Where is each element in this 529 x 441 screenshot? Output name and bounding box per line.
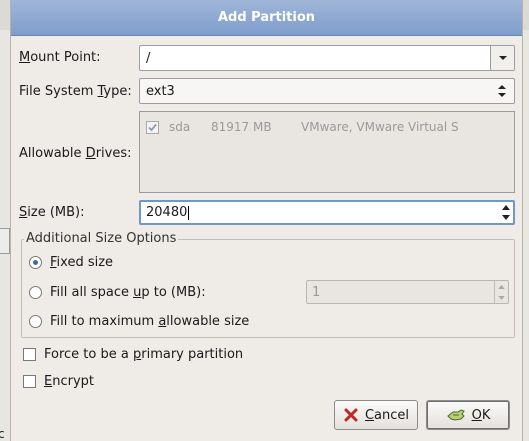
checkmark-icon bbox=[148, 123, 157, 131]
drive-name: sda bbox=[169, 120, 191, 134]
fs-type-stepper[interactable] bbox=[490, 79, 514, 103]
drive-checkbox[interactable] bbox=[146, 120, 159, 134]
drive-row[interactable]: sda 81917 MB VMware, VMware Virtual S bbox=[146, 119, 459, 135]
fixed-size-label: Fixed size bbox=[50, 255, 114, 270]
fill-up-to-stepper[interactable] bbox=[494, 281, 508, 303]
dialog-title: Add Partition bbox=[11, 0, 522, 36]
size-options-title: Additional Size Options bbox=[24, 231, 179, 246]
size-stepper[interactable] bbox=[499, 202, 513, 223]
caret-up-icon bbox=[498, 284, 505, 289]
encrypt-option[interactable]: Encrypt bbox=[23, 374, 94, 389]
encrypt-label: Encrypt bbox=[44, 374, 94, 389]
fill-up-to-increment[interactable] bbox=[495, 281, 508, 292]
primary-partition-label: Force to be a primary partition bbox=[44, 347, 244, 362]
caret-down-icon bbox=[498, 295, 505, 300]
ok-hand-icon bbox=[446, 409, 465, 421]
mount-point-dropdown-button[interactable] bbox=[490, 46, 514, 70]
allowable-drives-label: Allowable Drives: bbox=[19, 146, 132, 161]
cancel-button[interactable]: Cancel bbox=[334, 400, 418, 430]
add-partition-dialog: Add Partition Mount Point: / File System… bbox=[10, 0, 523, 441]
fill-max-option[interactable]: Fill to maximum allowable size bbox=[29, 314, 249, 329]
drive-model: VMware, VMware Virtual S bbox=[301, 120, 459, 134]
size-input[interactable]: 20480 bbox=[141, 205, 499, 220]
mount-point-combo[interactable]: / bbox=[139, 45, 515, 71]
up-down-arrows-icon bbox=[498, 85, 506, 97]
drive-size: 81917 MB bbox=[211, 120, 272, 134]
size-decrement-button[interactable] bbox=[499, 213, 513, 224]
fill-up-to-label: Fill all space up to (MB): bbox=[50, 285, 206, 300]
chevron-down-icon bbox=[498, 56, 507, 60]
primary-partition-checkbox[interactable] bbox=[23, 348, 36, 361]
caret-up-icon bbox=[502, 204, 510, 210]
cancel-x-icon bbox=[344, 408, 358, 422]
fill-up-to-spinbox[interactable]: 1 bbox=[306, 280, 509, 304]
mount-point-value[interactable]: / bbox=[140, 51, 490, 66]
fill-up-to-option[interactable]: Fill all space up to (MB): bbox=[29, 285, 206, 300]
fixed-size-option[interactable]: Fixed size bbox=[29, 255, 113, 270]
background-window-widget bbox=[0, 228, 10, 254]
ok-button-label: OK bbox=[471, 407, 491, 423]
allowable-drives-list[interactable]: sda 81917 MB VMware, VMware Virtual S bbox=[139, 111, 515, 193]
size-increment-button[interactable] bbox=[499, 202, 513, 213]
fixed-size-radio[interactable] bbox=[29, 256, 42, 269]
fill-max-radio[interactable] bbox=[29, 315, 42, 328]
fill-max-label: Fill to maximum allowable size bbox=[50, 314, 250, 329]
fs-type-value: ext3 bbox=[146, 83, 175, 99]
fill-up-to-decrement[interactable] bbox=[495, 292, 508, 303]
size-label: Size (MB): bbox=[19, 205, 85, 220]
fill-up-to-radio[interactable] bbox=[29, 286, 42, 299]
text-cursor bbox=[188, 205, 190, 220]
fill-up-to-input[interactable]: 1 bbox=[307, 285, 494, 300]
background-window-text: c bbox=[0, 427, 5, 441]
primary-partition-option[interactable]: Force to be a primary partition bbox=[23, 347, 243, 362]
fs-type-label: File System Type: bbox=[19, 84, 132, 99]
caret-down-icon bbox=[502, 215, 510, 221]
encrypt-checkbox[interactable] bbox=[23, 375, 36, 388]
mount-point-label: Mount Point: bbox=[19, 50, 101, 65]
size-spinbox[interactable]: 20480 bbox=[139, 200, 515, 225]
cancel-button-label: Cancel bbox=[364, 407, 410, 423]
fs-type-select[interactable]: ext3 bbox=[139, 78, 515, 104]
background-window-edge-right bbox=[523, 30, 529, 441]
ok-button[interactable]: OK bbox=[426, 400, 510, 430]
